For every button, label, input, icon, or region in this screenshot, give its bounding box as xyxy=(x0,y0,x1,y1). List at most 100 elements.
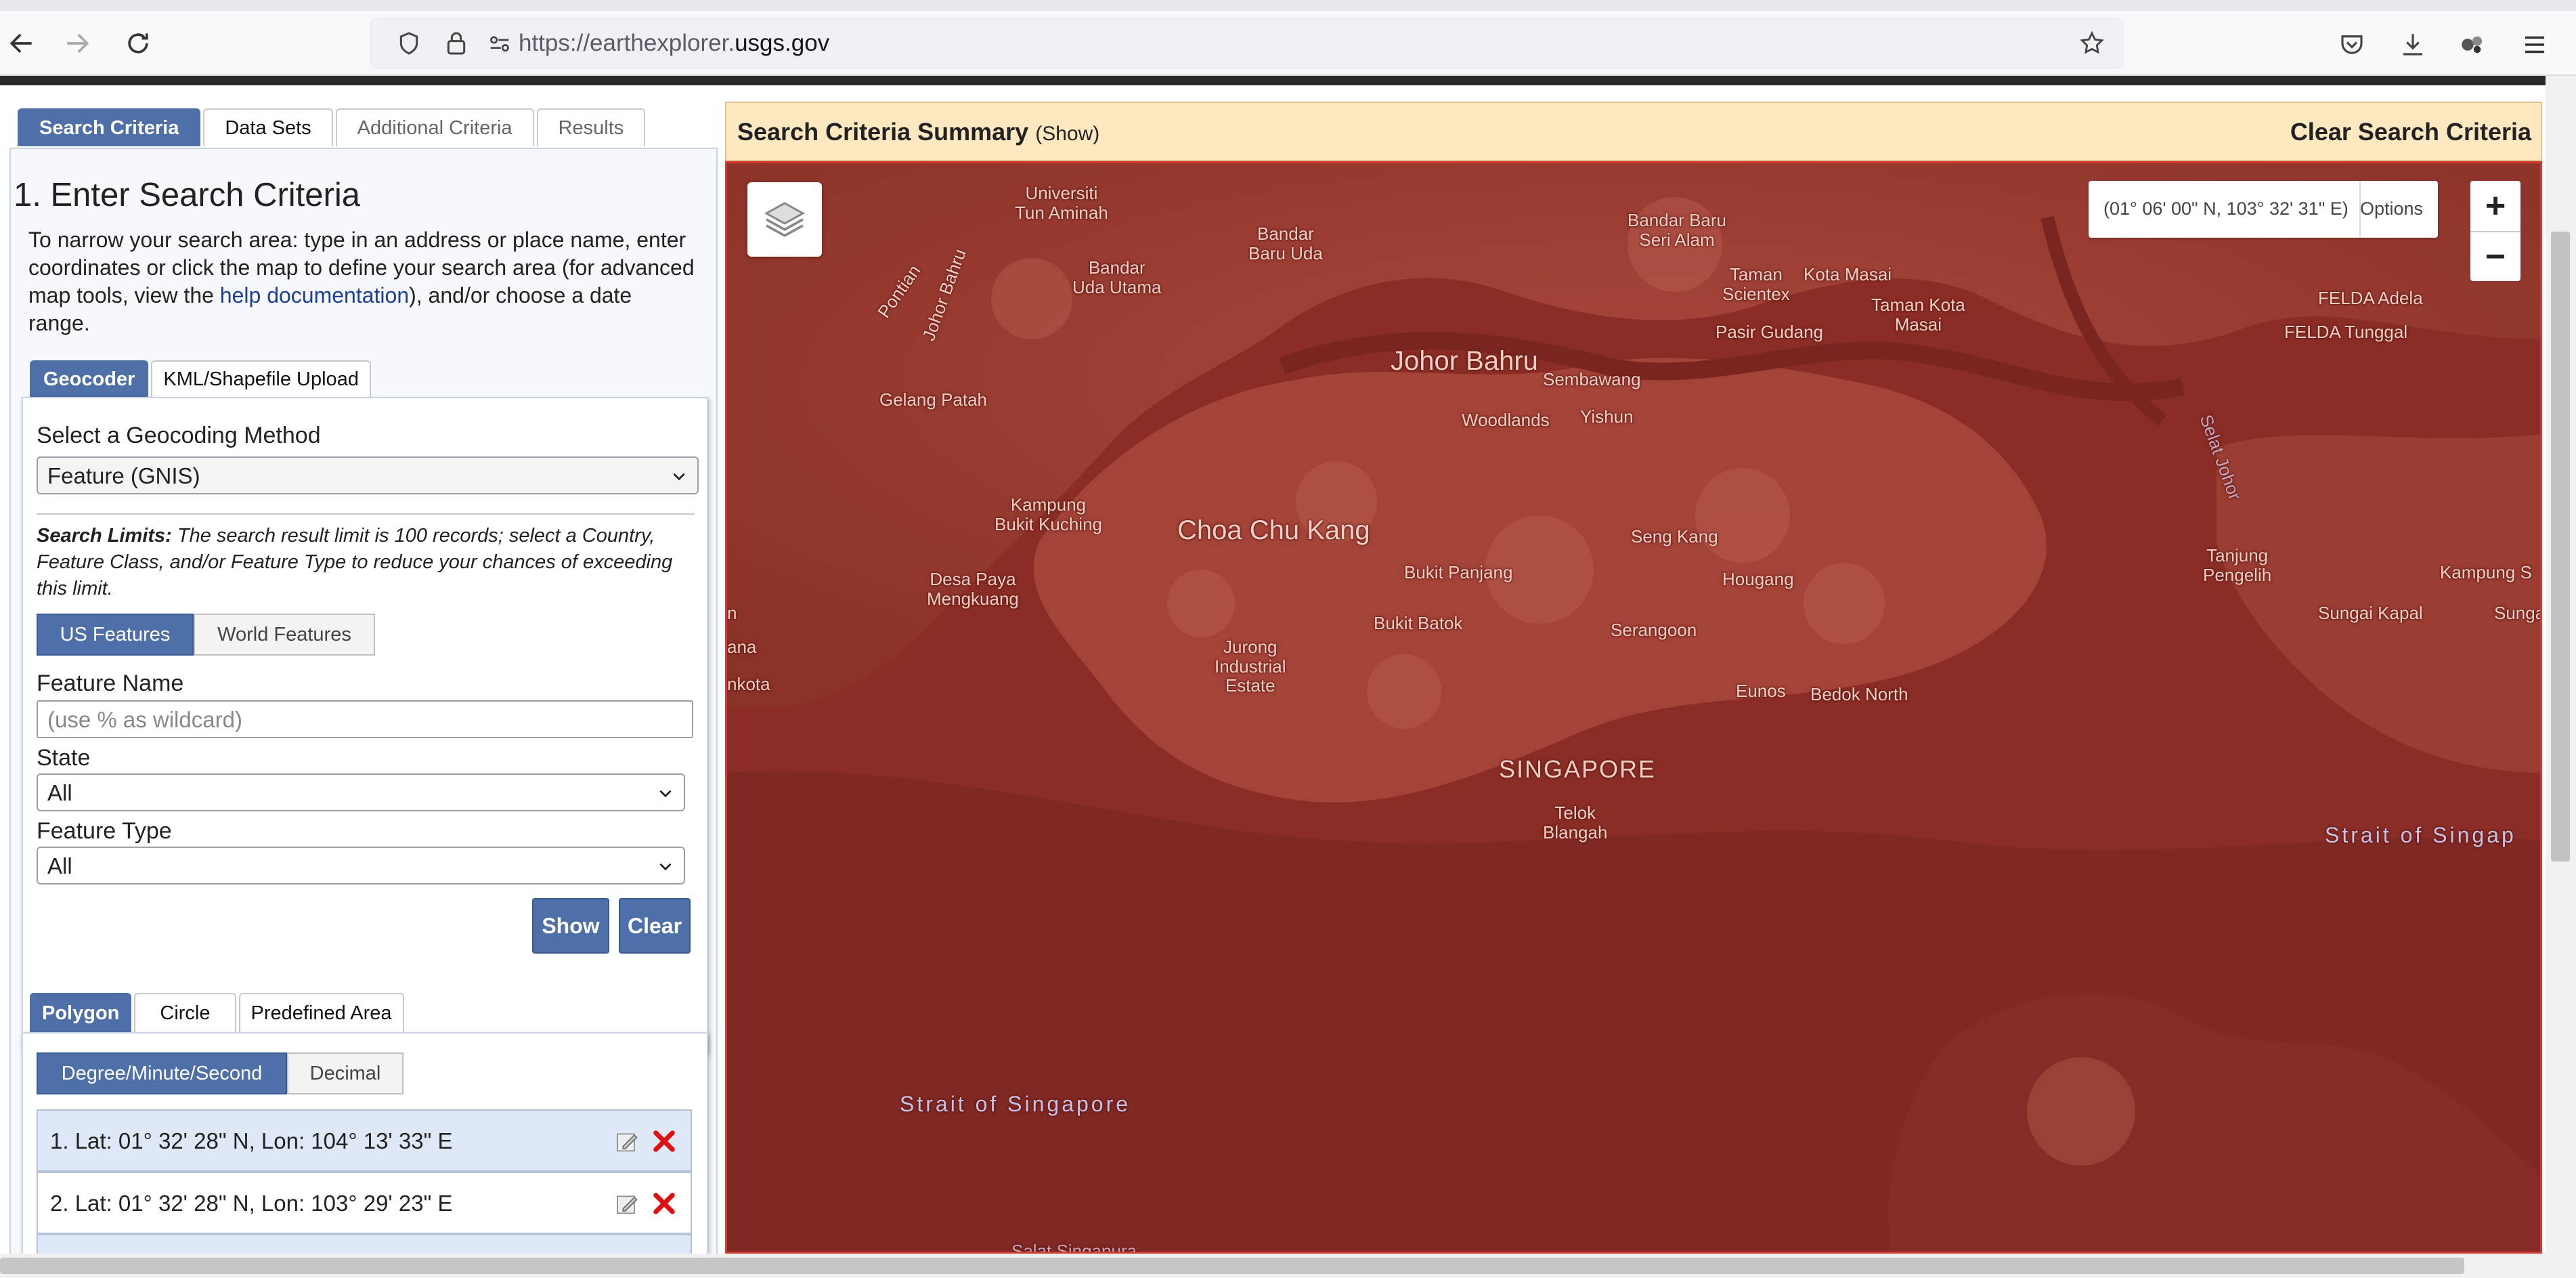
chevron-down-icon xyxy=(659,863,672,871)
tab-kml-shapefile-upload[interactable]: KML/Shapefile Upload xyxy=(151,360,371,397)
tab-search-criteria[interactable]: Search Criteria xyxy=(18,108,201,146)
state-label: State xyxy=(37,745,91,771)
map-label: Yishun xyxy=(1580,406,1634,427)
map-label: Kota Masai xyxy=(1804,264,1892,284)
map-label: Seng Kang xyxy=(1631,526,1718,547)
help-documentation-link[interactable]: help documentation xyxy=(220,283,409,307)
download-icon[interactable] xyxy=(2397,28,2429,61)
search-limits-heading: Search Limits: xyxy=(37,525,172,547)
feature-name-label: Feature Name xyxy=(37,670,184,696)
url-text[interactable]: https://earthexplorer.usgs.gov xyxy=(519,30,829,57)
map-label: Pasir Gudang xyxy=(1716,322,1823,342)
reload-icon[interactable] xyxy=(116,22,160,65)
scrollbar-thumb[interactable] xyxy=(2551,232,2570,861)
intro-text: To narrow your search area: type in an a… xyxy=(28,226,699,337)
coordinate-text: 2. Lat: 01° 32' 28" N, Lon: 103° 29' 23"… xyxy=(50,1191,453,1216)
map-label: Bukit Batok xyxy=(1374,613,1463,633)
map-label: Eunos xyxy=(1736,681,1786,701)
map-label: Taman Scientex xyxy=(1722,264,1790,304)
url-prefix: https://earthexplorer. xyxy=(519,30,735,56)
options-button[interactable]: Options xyxy=(2360,198,2423,219)
tab-data-sets[interactable]: Data Sets xyxy=(203,108,333,146)
extensions-icon[interactable] xyxy=(2456,28,2489,61)
edit-icon[interactable] xyxy=(613,1191,642,1218)
feature-type-select[interactable]: All xyxy=(37,847,685,885)
map-label: Hougang xyxy=(1722,569,1794,589)
geocoding-method-value: Feature (GNIS) xyxy=(47,463,200,488)
delete-icon[interactable] xyxy=(650,1127,678,1155)
pocket-icon[interactable] xyxy=(2336,28,2368,61)
map-label: Choa Chu Kang xyxy=(1177,515,1370,545)
forward-arrow-icon[interactable] xyxy=(56,22,99,65)
map-label: Woodlands xyxy=(1462,410,1550,430)
area-tabs: Polygon Circle Predefined Area xyxy=(30,993,404,1032)
layers-icon[interactable] xyxy=(747,182,822,257)
geocoding-method-label: Select a Geocoding Method xyxy=(37,423,321,448)
show-button[interactable]: Show xyxy=(532,898,609,954)
chevron-down-icon xyxy=(673,473,685,481)
decimal-button[interactable]: Decimal xyxy=(287,1052,403,1094)
url-domain: usgs.gov xyxy=(735,30,830,56)
scrollbar-thumb[interactable] xyxy=(0,1258,2464,1274)
map-label: Jurong Industrial Estate xyxy=(1215,637,1286,696)
summary-show-link[interactable]: (Show) xyxy=(1035,123,1099,145)
coordinate-row[interactable]: 1. Lat: 01° 32' 28" N, Lon: 104° 13' 33"… xyxy=(37,1109,692,1172)
map-label: Serangoon xyxy=(1611,620,1697,640)
map-label: Bukit Panjang xyxy=(1404,562,1513,582)
lock-icon[interactable] xyxy=(440,27,473,60)
tab-circle[interactable]: Circle xyxy=(134,993,236,1032)
geocoder-tabs: Geocoder KML/Shapefile Upload xyxy=(30,360,371,397)
map-label: ana xyxy=(727,637,757,657)
coordinate-control: (01° 06' 00" N, 103° 32' 31" E) Options xyxy=(2089,181,2438,238)
vertical-scrollbar[interactable] xyxy=(2546,76,2576,1278)
clear-search-criteria-link[interactable]: Clear Search Criteria xyxy=(2290,118,2531,146)
tab-strip xyxy=(0,0,2576,11)
map-label: Sungai Kapal xyxy=(2318,603,2423,623)
map-label: n xyxy=(727,603,737,623)
search-panel: Search Criteria Data Sets Additional Cri… xyxy=(0,85,719,1254)
url-bar[interactable]: https://earthexplorer.usgs.gov xyxy=(370,18,2124,69)
feature-type-label: Feature Type xyxy=(37,818,172,844)
feature-name-input[interactable]: (use % as wildcard) xyxy=(37,700,693,738)
tab-results[interactable]: Results xyxy=(536,108,646,146)
world-features-button[interactable]: World Features xyxy=(194,614,375,656)
tab-polygon[interactable]: Polygon xyxy=(30,993,132,1032)
coordinate-row[interactable]: 2. Lat: 01° 32' 28" N, Lon: 103° 29' 23"… xyxy=(37,1172,692,1234)
tab-predefined-area[interactable]: Predefined Area xyxy=(238,993,404,1032)
tab-additional-criteria[interactable]: Additional Criteria xyxy=(335,108,534,146)
map-label: Desa Paya Mengkuang xyxy=(927,569,1019,609)
divider xyxy=(37,513,695,515)
main-tabs: Search Criteria Data Sets Additional Cri… xyxy=(18,108,646,146)
tab-geocoder[interactable]: Geocoder xyxy=(30,360,149,397)
map-label: Kampung Bukit Kuching xyxy=(995,494,1102,534)
map-label: Bedok North xyxy=(1810,684,1908,704)
permissions-icon[interactable] xyxy=(483,27,516,60)
degree-minute-second-button[interactable]: Degree/Minute/Second xyxy=(37,1052,287,1094)
search-criteria-summary: Search Criteria Summary (Show) Clear Sea… xyxy=(725,102,2542,161)
zoom-out-button[interactable]: − xyxy=(2470,231,2520,281)
clear-button[interactable]: Clear xyxy=(619,898,691,954)
menu-icon[interactable] xyxy=(2518,28,2551,61)
chevron-down-icon xyxy=(659,790,672,798)
map-label: FELDA Tunggal xyxy=(2284,322,2408,342)
map-label: Sembawang xyxy=(1543,369,1641,389)
map-label: FELDA Adela xyxy=(2318,288,2423,308)
back-arrow-icon[interactable] xyxy=(0,22,43,65)
map-label: Tanjung Pengelih xyxy=(2203,545,2272,585)
coordinate-row[interactable] xyxy=(37,1234,692,1254)
bookmark-star-icon[interactable] xyxy=(2076,27,2108,60)
feature-type-value: All xyxy=(47,853,72,878)
map-canvas[interactable]: Universiti Tun Aminah Bandar Baru Uda Band… xyxy=(725,161,2542,1254)
delete-icon[interactable] xyxy=(650,1189,678,1218)
zoom-in-button[interactable]: + xyxy=(2470,181,2520,231)
satellite-imagery xyxy=(727,163,2540,1252)
map-label: Gelang Patah xyxy=(879,389,988,410)
edit-icon[interactable] xyxy=(613,1128,642,1155)
us-features-button[interactable]: US Features xyxy=(37,614,194,656)
geocoding-method-select[interactable]: Feature (GNIS) xyxy=(37,456,699,494)
shield-icon[interactable] xyxy=(393,27,425,60)
state-select[interactable]: All xyxy=(37,773,685,811)
horizontal-scrollbar[interactable] xyxy=(0,1254,2546,1278)
page-title: 1. Enter Search Criteria xyxy=(14,177,360,213)
map-label: nkota xyxy=(727,674,770,694)
